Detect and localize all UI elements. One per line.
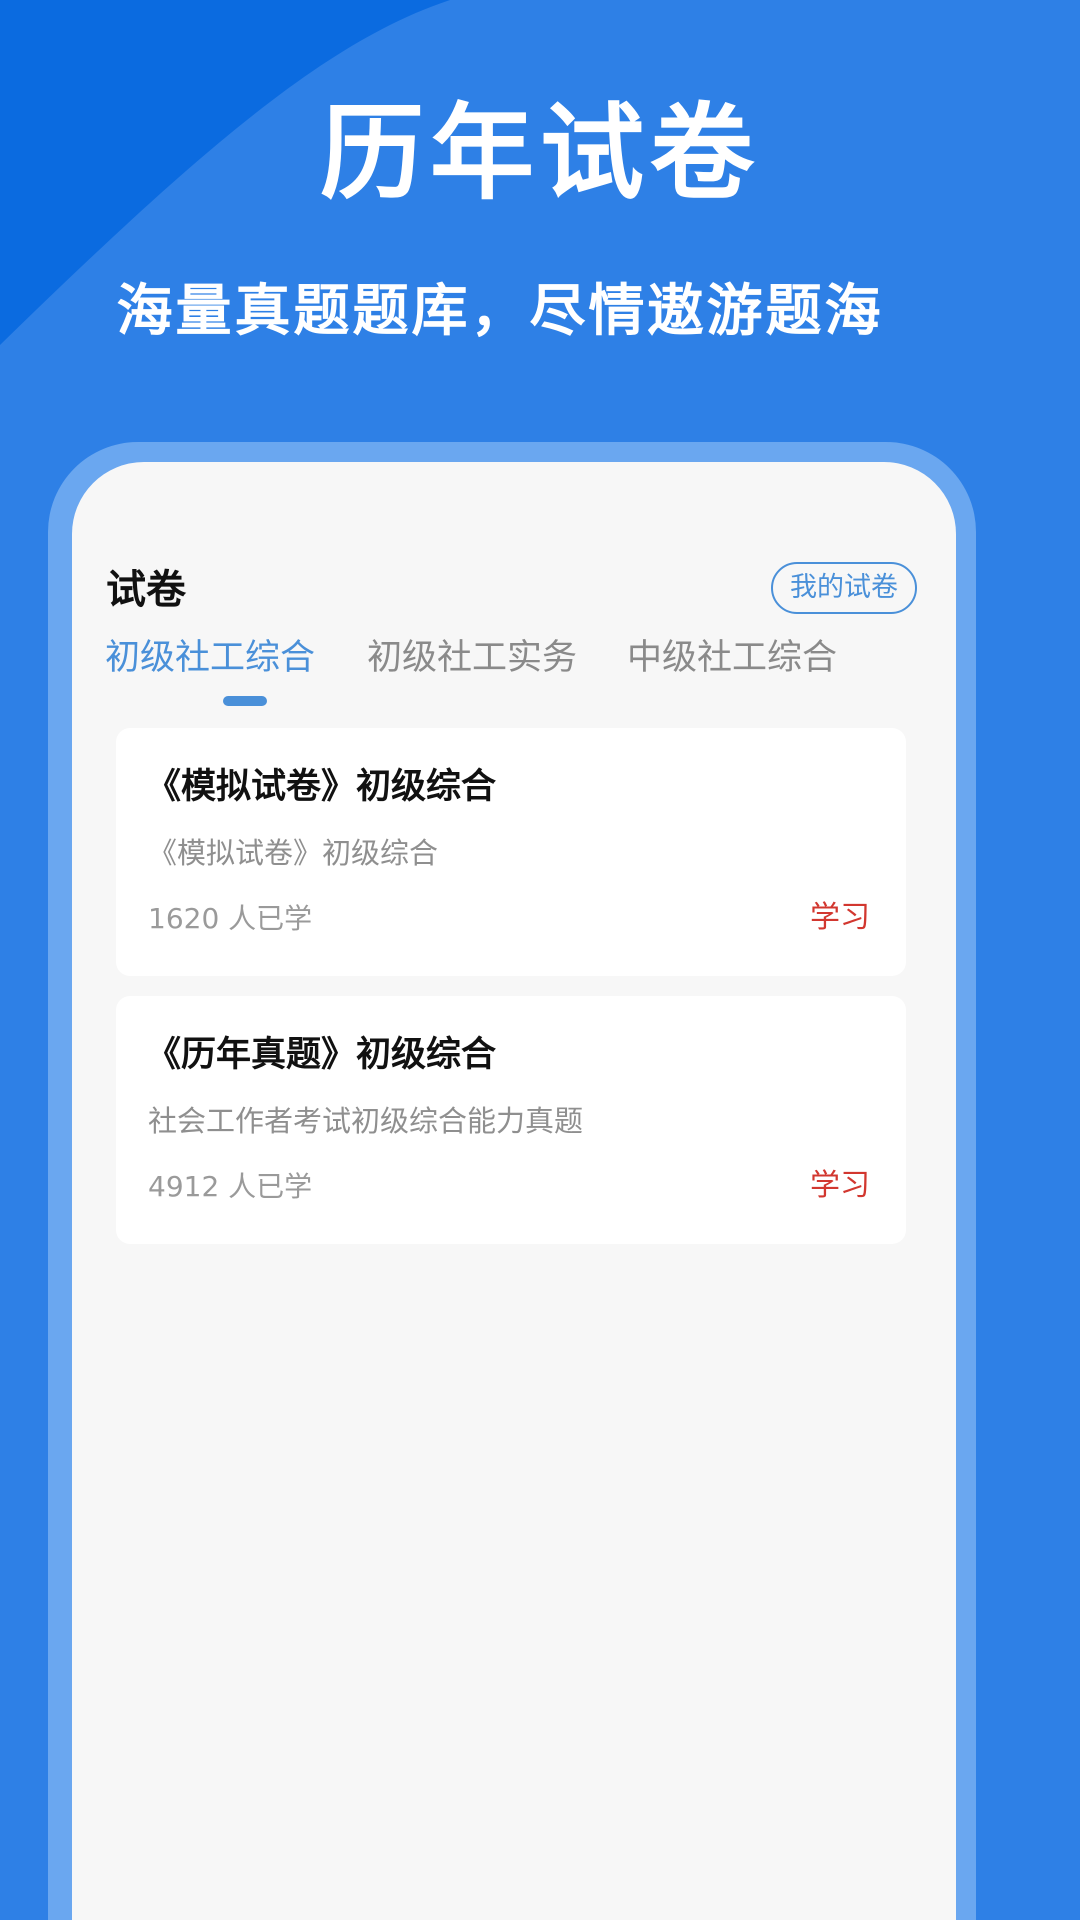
paper-card[interactable]: 《模拟试卷》初级综合 《模拟试卷》初级综合 1620 人已学 学习 [116, 728, 906, 976]
phone-screen: 试卷 我的试卷 初级社工综合 初级社工实务 中级社工综合 《模拟试卷》初级综合 … [72, 462, 956, 1920]
paper-title: 《历年真题》初级综合 [146, 1035, 497, 1075]
promo-title: 历年试卷 [319, 92, 760, 214]
paper-card[interactable]: 《历年真题》初级综合 社会工作者考试初级综合能力真题 4912 人已学 学习 [116, 996, 906, 1244]
paper-description: 《模拟试卷》初级综合 [148, 836, 439, 870]
promo-subtitle: 海量真题题库，尽情遨游题海 [116, 279, 884, 344]
learner-count: 1620 人已学 [148, 902, 313, 935]
active-tab-indicator [223, 696, 267, 706]
tab-junior-comprehensive[interactable]: 初级社工综合 [105, 630, 315, 686]
paper-description: 社会工作者考试初级综合能力真题 [148, 1104, 584, 1138]
paper-title: 《模拟试卷》初级综合 [146, 767, 497, 807]
study-button[interactable]: 学习 [810, 896, 870, 940]
study-button[interactable]: 学习 [810, 1164, 870, 1208]
tab-junior-practice[interactable]: 初级社工实务 [367, 630, 577, 686]
my-papers-button[interactable]: 我的试卷 [771, 562, 917, 614]
tab-bar: 初级社工综合 初级社工实务 中级社工综合 [105, 630, 925, 706]
learner-count: 4912 人已学 [148, 1170, 313, 1203]
page-title: 试卷 [106, 567, 186, 613]
tab-intermediate-comprehensive[interactable]: 中级社工综合 [627, 630, 837, 686]
